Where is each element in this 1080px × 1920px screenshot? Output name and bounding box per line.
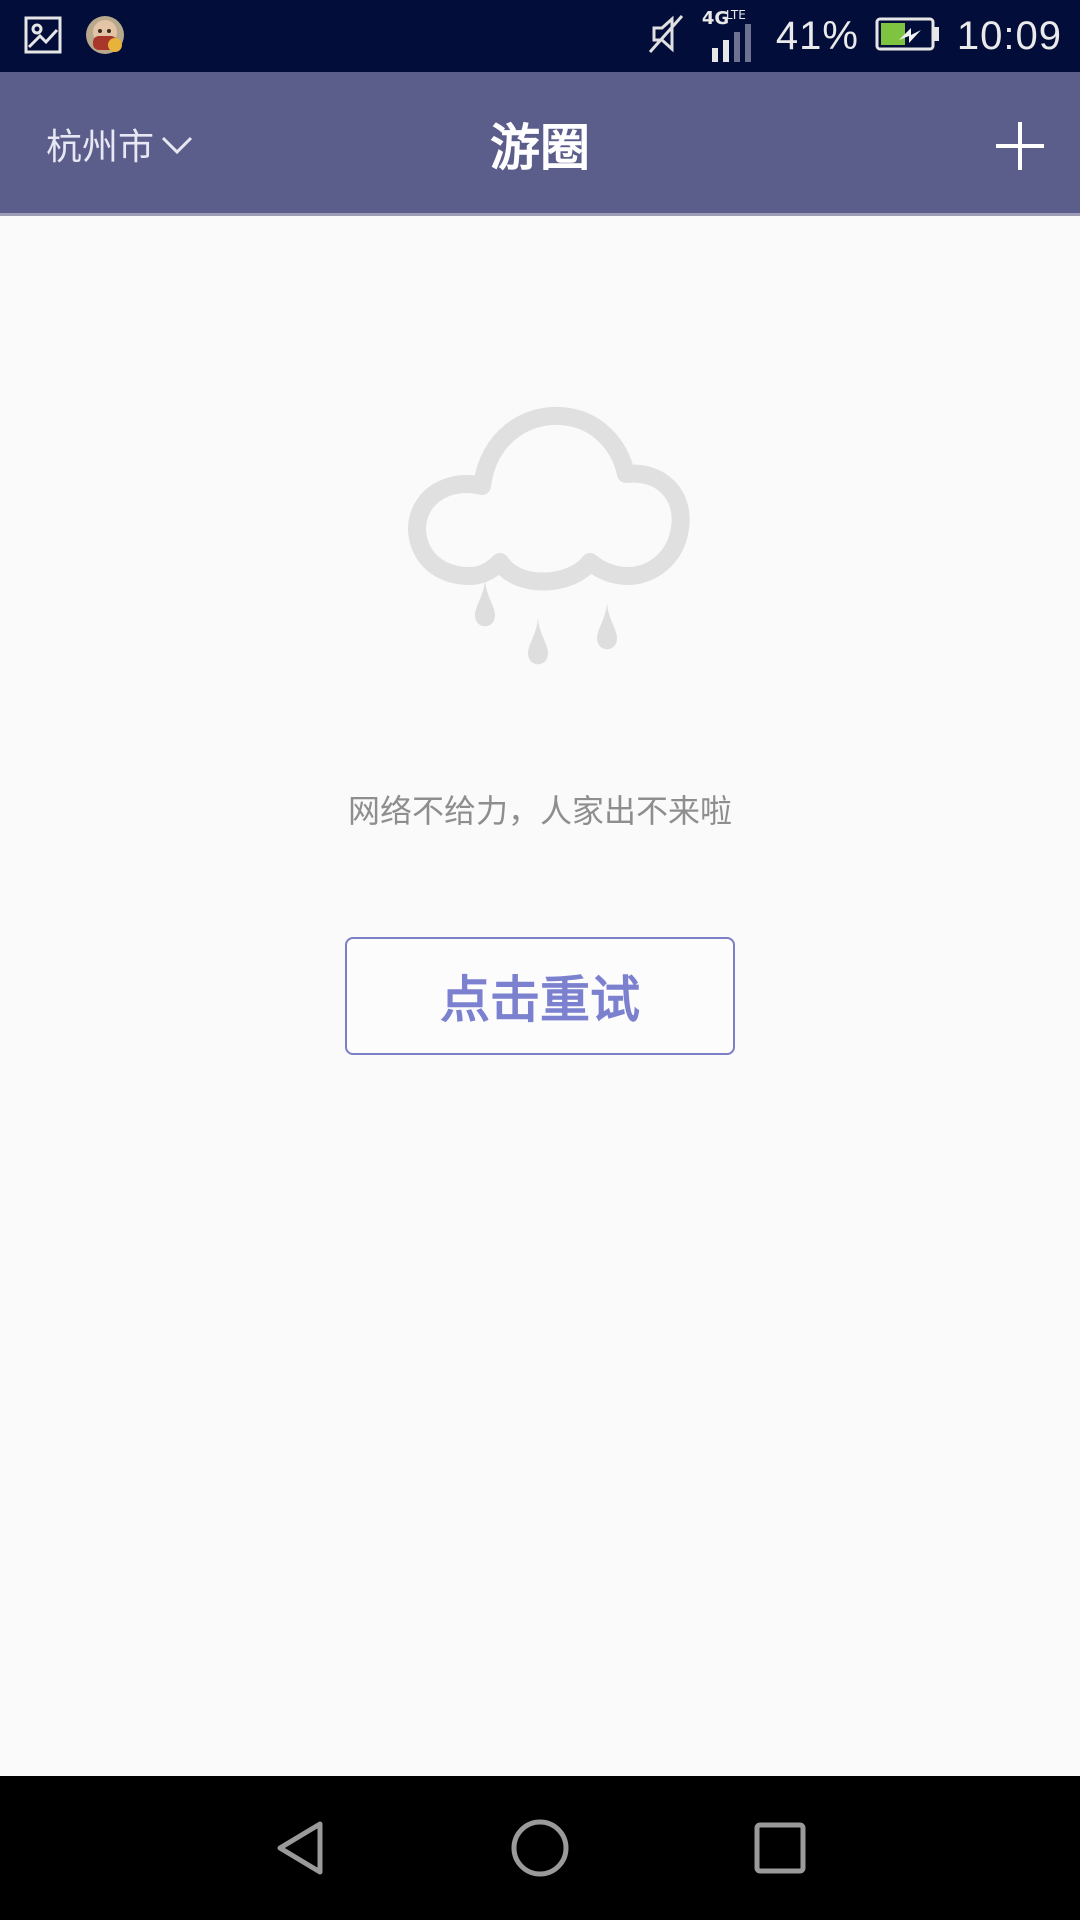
navigation-bar xyxy=(0,1776,1080,1920)
battery-icon xyxy=(875,16,941,56)
plus-icon xyxy=(996,122,1044,170)
clock: 10:09 xyxy=(956,13,1062,58)
rain-cloud-icon xyxy=(400,378,690,672)
city-selector[interactable]: 杭州市 xyxy=(46,72,194,216)
gallery-icon xyxy=(24,16,62,58)
chevron-down-icon xyxy=(160,124,194,165)
signal-icon: 4G LTE xyxy=(702,8,760,64)
back-button[interactable] xyxy=(240,1776,360,1920)
status-bar: 4G LTE 41% 10:09 xyxy=(0,0,1080,72)
mute-icon xyxy=(646,12,686,60)
city-label: 杭州市 xyxy=(46,127,155,168)
empty-state: 网络不给力，人家出不来啦 点击重试 xyxy=(0,216,1080,1776)
error-message: 网络不给力，人家出不来啦 xyxy=(347,792,732,830)
back-icon xyxy=(277,1821,323,1875)
app-bar: 杭州市 游圈 xyxy=(0,72,1080,216)
recents-button[interactable] xyxy=(720,1776,840,1920)
game-avatar-icon xyxy=(84,14,126,60)
home-button[interactable] xyxy=(480,1776,600,1920)
recents-icon xyxy=(754,1822,806,1874)
battery-percent: 41% xyxy=(775,13,859,58)
add-button[interactable] xyxy=(994,120,1046,172)
retry-button[interactable]: 点击重试 xyxy=(345,937,735,1055)
screen: 4G LTE 41% 10:09 杭州市 游圈 网络不给力，人家出不来啦 点击重… xyxy=(0,0,1080,1920)
home-icon xyxy=(511,1819,569,1877)
